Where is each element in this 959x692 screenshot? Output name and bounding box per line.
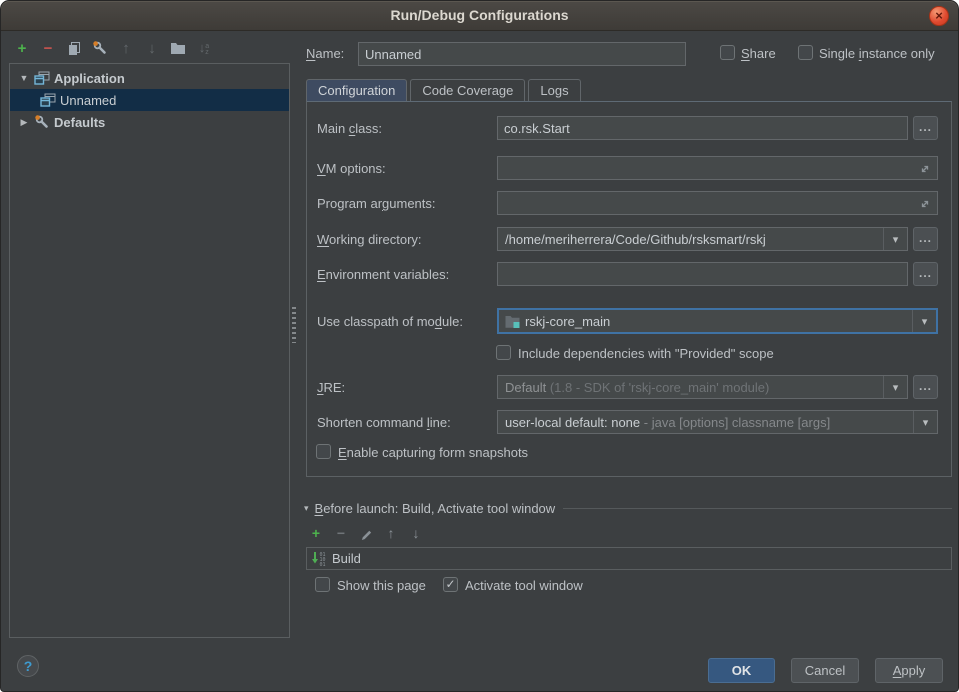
dropdown-arrow-icon[interactable]: ▾ (883, 228, 907, 250)
single-instance-checkbox[interactable] (798, 45, 813, 60)
activate-tool-window-label: Activate tool window (465, 578, 583, 593)
move-up-button[interactable]: ↑ (117, 39, 135, 57)
tab-logs[interactable]: Logs (528, 79, 580, 102)
dropdown-arrow-icon[interactable]: ▾ (883, 376, 907, 398)
question-icon: ? (24, 658, 33, 674)
tab-code-coverage[interactable]: Code Coverage (410, 79, 525, 102)
share-label: Share (741, 46, 776, 61)
vm-options-expand-icon[interactable] (919, 162, 931, 180)
close-button[interactable]: × (929, 6, 949, 26)
build-icon: 01 10 01 (311, 551, 327, 567)
splitter-handle[interactable] (292, 307, 296, 343)
sort-configs-button[interactable]: ↓az (195, 39, 213, 57)
tree-item-defaults[interactable]: ▶ Defaults (10, 111, 289, 133)
capture-snapshots-label: Enable capturing form snapshots (338, 445, 528, 460)
config-form-panel: Main class: ... VM options: Program argu… (306, 101, 952, 477)
vm-options-label: VM options: (317, 161, 386, 176)
run-debug-configurations-dialog: Run/Debug Configurations × + − ↑ ↓ (0, 0, 959, 692)
before-launch-toolbar: + − ↑ ↓ (308, 525, 424, 541)
environment-variables-browse-button[interactable]: ... (913, 262, 938, 286)
show-this-page-checkbox[interactable] (315, 577, 330, 592)
svg-text:01: 01 (320, 562, 326, 567)
tab-configuration[interactable]: Configuration (306, 79, 407, 102)
name-label: Name: (306, 46, 344, 61)
defaults-wrench-icon (34, 114, 50, 130)
edit-defaults-button[interactable] (91, 39, 109, 57)
before-launch-header[interactable]: ▾ Before launch: Build, Activate tool wi… (304, 501, 952, 516)
before-launch-edit-button[interactable] (358, 525, 374, 541)
environment-variables-input[interactable] (497, 262, 908, 286)
new-folder-button[interactable] (169, 39, 187, 57)
classpath-module-label: Use classpath of module: (317, 314, 463, 329)
configurations-toolbar: + − ↑ ↓ ↓az (13, 39, 213, 57)
before-launch-remove-button[interactable]: − (333, 525, 349, 541)
cancel-button[interactable]: Cancel (791, 658, 859, 683)
dropdown-arrow-icon[interactable]: ▾ (912, 310, 936, 332)
show-this-page-label: Show this page (337, 578, 426, 593)
activate-tool-window-checkbox[interactable]: ✓ (443, 577, 458, 592)
dropdown-arrow-icon[interactable]: ▾ (913, 411, 937, 433)
working-directory-combo[interactable]: /home/meriherrera/Code/Github/rsksmart/r… (497, 227, 908, 251)
pencil-icon (360, 527, 373, 540)
program-arguments-expand-icon[interactable] (919, 197, 931, 215)
jre-label: JRE: (317, 380, 345, 395)
remove-config-button[interactable]: − (39, 39, 57, 57)
main-class-label: Main class: (317, 121, 382, 136)
divider (563, 508, 952, 509)
ok-button[interactable]: OK (708, 658, 775, 683)
before-launch-title: Before launch: Build, Activate tool wind… (315, 501, 556, 516)
jre-browse-button[interactable]: ... (913, 375, 938, 399)
before-launch-down-button[interactable]: ↓ (408, 525, 424, 541)
main-class-browse-button[interactable]: ... (913, 116, 938, 140)
module-icon (505, 315, 520, 328)
program-arguments-input[interactable] (497, 191, 938, 215)
working-directory-browse-button[interactable]: ... (913, 227, 938, 251)
before-launch-add-button[interactable]: + (308, 525, 324, 541)
tree-expanded-icon[interactable]: ▼ (18, 73, 30, 83)
build-task-row[interactable]: 01 10 01 Build (307, 548, 951, 569)
copy-config-button[interactable] (65, 39, 83, 57)
apply-button[interactable]: Apply (875, 658, 943, 683)
include-provided-checkbox[interactable] (496, 345, 511, 360)
before-launch-up-button[interactable]: ↑ (383, 525, 399, 541)
move-down-button[interactable]: ↓ (143, 39, 161, 57)
tree-item-application[interactable]: ▼ Application (10, 67, 289, 89)
application-icon (34, 71, 50, 85)
environment-variables-label: Environment variables: (317, 267, 449, 282)
tab-bar: Configuration Code Coverage Logs (306, 79, 584, 102)
name-input[interactable] (358, 42, 686, 66)
folder-icon (170, 41, 186, 55)
vm-options-input[interactable] (497, 156, 938, 180)
application-icon (40, 93, 56, 107)
share-checkbox[interactable] (720, 45, 735, 60)
wrench-icon (92, 40, 108, 56)
classpath-module-combo[interactable]: rskj-core_main ▾ (497, 308, 938, 334)
copy-icon (67, 41, 82, 56)
help-button[interactable]: ? (17, 655, 39, 677)
tree-collapsed-icon[interactable]: ▶ (18, 117, 30, 128)
capture-snapshots-checkbox[interactable] (316, 444, 331, 459)
shorten-command-line-label: Shorten command line: (317, 415, 451, 430)
collapse-triangle-icon[interactable]: ▾ (304, 503, 309, 514)
tree-item-unnamed[interactable]: Unnamed (10, 89, 289, 111)
close-icon: × (935, 8, 943, 23)
titlebar[interactable]: Run/Debug Configurations × (1, 1, 958, 31)
include-provided-label: Include dependencies with "Provided" sco… (518, 346, 774, 361)
config-tree: ▼ Application Unnamed ▶ (9, 63, 290, 638)
working-directory-label: Working directory: (317, 232, 422, 247)
shorten-command-line-combo[interactable]: user-local default: none - java [options… (497, 410, 938, 434)
jre-combo[interactable]: Default (1.8 - SDK of 'rskj-core_main' m… (497, 375, 908, 399)
before-launch-list: 01 10 01 Build (306, 547, 952, 570)
add-config-button[interactable]: + (13, 39, 31, 57)
check-icon: ✓ (445, 577, 455, 591)
main-class-input[interactable] (497, 116, 908, 140)
program-arguments-label: Program arguments: (317, 196, 436, 211)
sort-alpha-icon: ↓az (199, 40, 209, 56)
window-title: Run/Debug Configurations (1, 1, 958, 30)
single-instance-label: Single instance only (819, 46, 935, 61)
